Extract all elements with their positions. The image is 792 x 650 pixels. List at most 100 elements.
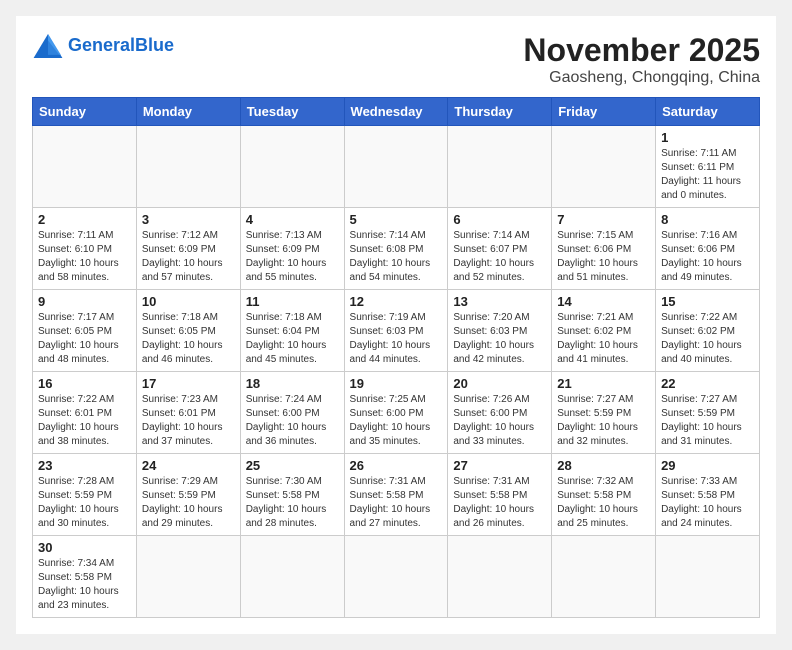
day-number: 18: [246, 376, 339, 391]
day-cell: [344, 536, 448, 618]
calendar-table: SundayMondayTuesdayWednesdayThursdayFrid…: [32, 97, 760, 618]
day-info: Sunrise: 7:17 AM Sunset: 6:05 PM Dayligh…: [38, 311, 131, 367]
day-number: 21: [557, 376, 650, 391]
day-number: 24: [142, 458, 235, 473]
day-number: 8: [661, 212, 754, 227]
day-cell: 23Sunrise: 7:28 AM Sunset: 5:59 PM Dayli…: [33, 454, 137, 536]
day-cell: 12 Sunrise: 7:19 AM Sunset: 6:03 PM Dayli…: [344, 290, 448, 372]
day-cell: [448, 126, 552, 208]
logo-general: General: [68, 35, 135, 55]
day-number: 2: [38, 212, 131, 227]
day-number: 29: [661, 458, 754, 473]
day-number: 17: [142, 376, 235, 391]
day-cell: 1 Sunrise: 7:11 AM Sunset: 6:11 PM Daylig…: [656, 126, 760, 208]
day-info: Sunrise: 7:22 AM Sunset: 6:01 PM Dayligh…: [38, 393, 131, 449]
day-info: Sunrise: 7:21 AM Sunset: 6:02 PM Dayligh…: [557, 311, 650, 367]
day-cell: 29 Sunrise: 7:33 AM Sunset: 5:58 PM Dayli…: [656, 454, 760, 536]
day-number: 10: [142, 294, 235, 309]
weekday-header-friday: Friday: [552, 98, 656, 126]
day-info: Sunrise: 7:25 AM Sunset: 6:00 PM Dayligh…: [350, 393, 443, 449]
week-row-1: 1 Sunrise: 7:11 AM Sunset: 6:11 PM Daylig…: [33, 126, 760, 208]
day-info: Sunrise: 7:18 AM Sunset: 6:04 PM Dayligh…: [246, 311, 339, 367]
day-info: Sunrise: 7:15 AM Sunset: 6:06 PM Dayligh…: [557, 229, 650, 285]
day-info: Sunrise: 7:18 AM Sunset: 6:05 PM Dayligh…: [142, 311, 235, 367]
day-cell: 3 Sunrise: 7:12 AM Sunset: 6:09 PM Daylig…: [136, 208, 240, 290]
day-number: 7: [557, 212, 650, 227]
day-cell: 19 Sunrise: 7:25 AM Sunset: 6:00 PM Dayli…: [344, 372, 448, 454]
day-info: Sunrise: 7:11 AM Sunset: 6:11 PM Dayligh…: [661, 147, 754, 203]
day-info: Sunrise: 7:19 AM Sunset: 6:03 PM Dayligh…: [350, 311, 443, 367]
day-cell: [552, 536, 656, 618]
day-info: Sunrise: 7:12 AM Sunset: 6:09 PM Dayligh…: [142, 229, 235, 285]
day-cell: [448, 536, 552, 618]
day-info: Sunrise: 7:23 AM Sunset: 6:01 PM Dayligh…: [142, 393, 235, 449]
day-info: Sunrise: 7:26 AM Sunset: 6:00 PM Dayligh…: [453, 393, 546, 449]
day-info: Sunrise: 7:24 AM Sunset: 6:00 PM Dayligh…: [246, 393, 339, 449]
day-number: 19: [350, 376, 443, 391]
day-cell: 21 Sunrise: 7:27 AM Sunset: 5:59 PM Dayli…: [552, 372, 656, 454]
day-number: 27: [453, 458, 546, 473]
day-info: Sunrise: 7:34 AM Sunset: 5:58 PM Dayligh…: [38, 557, 131, 613]
day-cell: 15Sunrise: 7:22 AM Sunset: 6:02 PM Dayli…: [656, 290, 760, 372]
weekday-header-row: SundayMondayTuesdayWednesdayThursdayFrid…: [33, 98, 760, 126]
day-number: 13: [453, 294, 546, 309]
day-number: 23: [38, 458, 131, 473]
day-info: Sunrise: 7:31 AM Sunset: 5:58 PM Dayligh…: [453, 475, 546, 531]
day-cell: 6 Sunrise: 7:14 AM Sunset: 6:07 PM Daylig…: [448, 208, 552, 290]
day-cell: 20 Sunrise: 7:26 AM Sunset: 6:00 PM Dayli…: [448, 372, 552, 454]
logo-blue: Blue: [135, 35, 174, 55]
day-cell: 30 Sunrise: 7:34 AM Sunset: 5:58 PM Dayli…: [33, 536, 137, 618]
day-cell: 7 Sunrise: 7:15 AM Sunset: 6:06 PM Daylig…: [552, 208, 656, 290]
day-info: Sunrise: 7:27 AM Sunset: 5:59 PM Dayligh…: [557, 393, 650, 449]
day-number: 20: [453, 376, 546, 391]
day-cell: [240, 536, 344, 618]
day-cell: 10 Sunrise: 7:18 AM Sunset: 6:05 PM Dayli…: [136, 290, 240, 372]
day-info: Sunrise: 7:13 AM Sunset: 6:09 PM Dayligh…: [246, 229, 339, 285]
day-info: Sunrise: 7:11 AM Sunset: 6:10 PM Dayligh…: [38, 229, 131, 285]
day-cell: [240, 126, 344, 208]
day-cell: 5 Sunrise: 7:14 AM Sunset: 6:08 PM Daylig…: [344, 208, 448, 290]
day-number: 3: [142, 212, 235, 227]
week-row-6: 30 Sunrise: 7:34 AM Sunset: 5:58 PM Dayli…: [33, 536, 760, 618]
day-info: Sunrise: 7:14 AM Sunset: 6:08 PM Dayligh…: [350, 229, 443, 285]
weekday-header-thursday: Thursday: [448, 98, 552, 126]
day-info: Sunrise: 7:33 AM Sunset: 5:58 PM Dayligh…: [661, 475, 754, 531]
day-info: Sunrise: 7:20 AM Sunset: 6:03 PM Dayligh…: [453, 311, 546, 367]
day-cell: 25Sunrise: 7:30 AM Sunset: 5:58 PM Dayli…: [240, 454, 344, 536]
day-number: 14: [557, 294, 650, 309]
header: GeneralBlue November 2025 Gaosheng, Chon…: [32, 32, 760, 87]
day-cell: 18 Sunrise: 7:24 AM Sunset: 6:00 PM Dayli…: [240, 372, 344, 454]
day-info: Sunrise: 7:32 AM Sunset: 5:58 PM Dayligh…: [557, 475, 650, 531]
day-cell: 26 Sunrise: 7:31 AM Sunset: 5:58 PM Dayli…: [344, 454, 448, 536]
day-info: Sunrise: 7:30 AM Sunset: 5:58 PM Dayligh…: [246, 475, 339, 531]
day-info: Sunrise: 7:14 AM Sunset: 6:07 PM Dayligh…: [453, 229, 546, 285]
day-cell: 22Sunrise: 7:27 AM Sunset: 5:59 PM Dayli…: [656, 372, 760, 454]
weekday-header-saturday: Saturday: [656, 98, 760, 126]
day-info: Sunrise: 7:31 AM Sunset: 5:58 PM Dayligh…: [350, 475, 443, 531]
day-number: 6: [453, 212, 546, 227]
day-cell: 8 Sunrise: 7:16 AM Sunset: 6:06 PM Daylig…: [656, 208, 760, 290]
day-number: 9: [38, 294, 131, 309]
day-cell: 14 Sunrise: 7:21 AM Sunset: 6:02 PM Dayli…: [552, 290, 656, 372]
day-cell: 27 Sunrise: 7:31 AM Sunset: 5:58 PM Dayli…: [448, 454, 552, 536]
page: GeneralBlue November 2025 Gaosheng, Chon…: [16, 16, 776, 634]
logo: GeneralBlue: [32, 32, 174, 60]
week-row-3: 9 Sunrise: 7:17 AM Sunset: 6:05 PM Daylig…: [33, 290, 760, 372]
day-number: 1: [661, 130, 754, 145]
day-cell: 28Sunrise: 7:32 AM Sunset: 5:58 PM Dayli…: [552, 454, 656, 536]
logo-icon: [32, 32, 64, 60]
day-number: 12: [350, 294, 443, 309]
day-info: Sunrise: 7:16 AM Sunset: 6:06 PM Dayligh…: [661, 229, 754, 285]
day-cell: [656, 536, 760, 618]
logo-text: GeneralBlue: [68, 36, 174, 56]
day-number: 30: [38, 540, 131, 555]
day-cell: 13 Sunrise: 7:20 AM Sunset: 6:03 PM Dayli…: [448, 290, 552, 372]
day-number: 11: [246, 294, 339, 309]
day-number: 16: [38, 376, 131, 391]
weekday-header-wednesday: Wednesday: [344, 98, 448, 126]
day-number: 26: [350, 458, 443, 473]
day-cell: 16 Sunrise: 7:22 AM Sunset: 6:01 PM Dayli…: [33, 372, 137, 454]
day-cell: [552, 126, 656, 208]
week-row-2: 2 Sunrise: 7:11 AM Sunset: 6:10 PM Daylig…: [33, 208, 760, 290]
day-number: 5: [350, 212, 443, 227]
